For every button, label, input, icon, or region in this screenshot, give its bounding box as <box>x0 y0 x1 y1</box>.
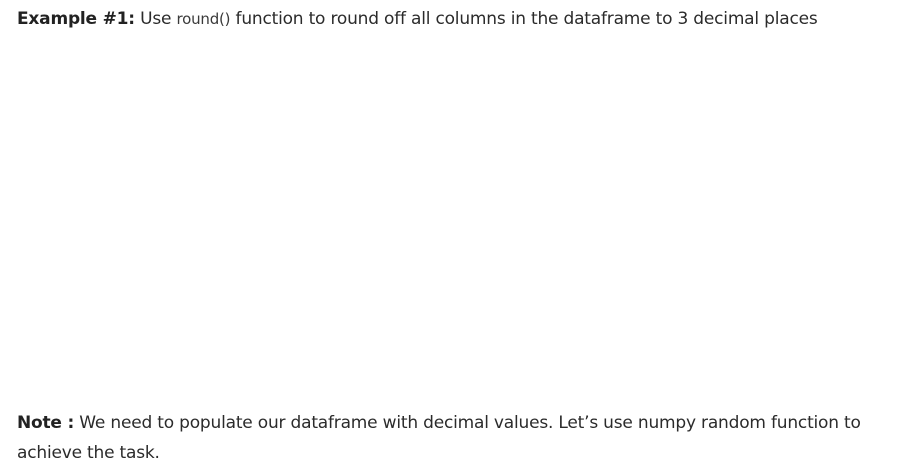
example-code: round() <box>176 10 231 28</box>
example-label: Example #1: <box>17 9 135 29</box>
note-paragraph: Note : We need to populate our dataframe… <box>17 408 889 464</box>
note-text: We need to populate our dataframe with d… <box>17 413 861 463</box>
blank-content-area <box>17 48 877 388</box>
example-heading: Example #1: Use round() function to roun… <box>17 8 818 30</box>
note-label: Note : <box>17 413 75 433</box>
example-pre-text: Use <box>134 9 177 29</box>
example-post-text: function to round off all columns in the… <box>230 9 818 29</box>
